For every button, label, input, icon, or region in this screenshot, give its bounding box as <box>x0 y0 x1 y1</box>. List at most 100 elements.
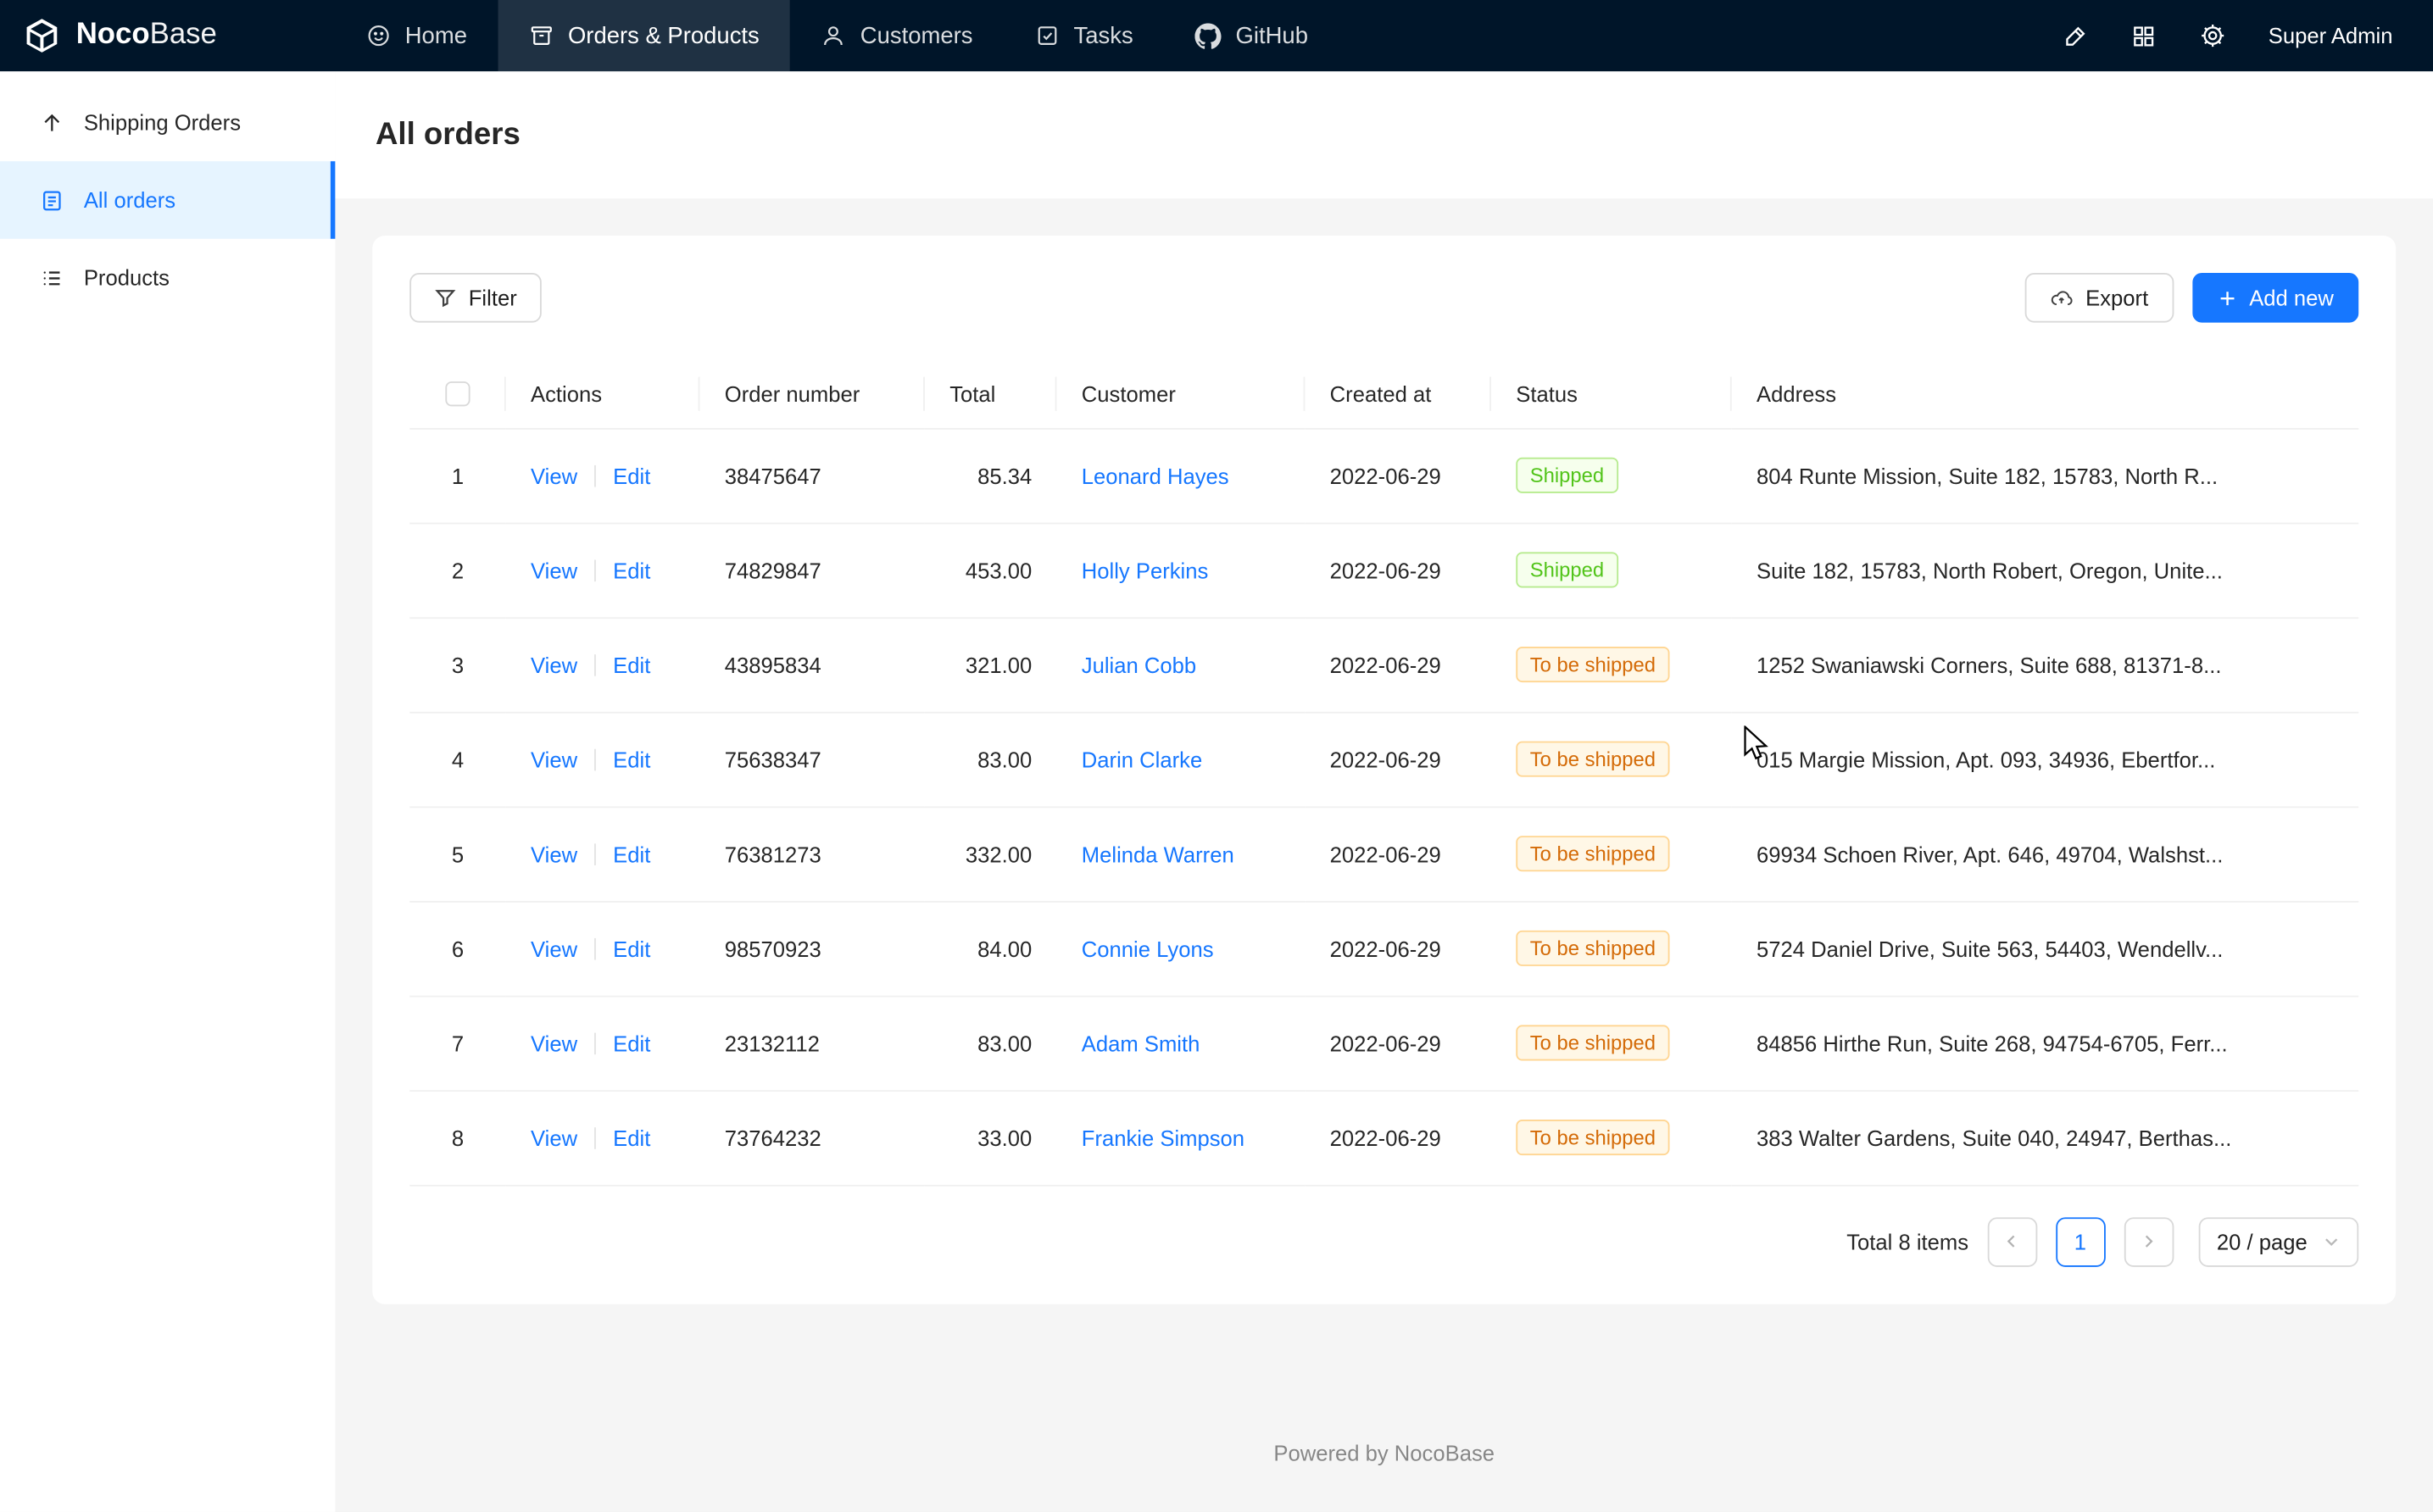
next-page-button[interactable] <box>2124 1216 2174 1266</box>
view-link[interactable]: View <box>531 1031 577 1055</box>
page-size-select[interactable]: 20 / page <box>2198 1216 2358 1266</box>
filter-icon <box>435 286 457 309</box>
order-number-cell: 98570923 <box>700 901 925 996</box>
table-row: 5ViewEdit76381273332.00Melinda Warren202… <box>409 806 2358 901</box>
nav-item-github[interactable]: GitHub <box>1164 0 1339 71</box>
nocobase-logo[interactable]: NocoBase <box>0 0 335 71</box>
status-cell: To be shipped <box>1491 1090 1732 1185</box>
list-icon <box>41 266 64 289</box>
plus-icon <box>2217 287 2237 308</box>
export-button[interactable]: Export <box>2025 273 2174 323</box>
created-at-cell: 2022-06-29 <box>1305 1090 1491 1185</box>
customer-cell: Darin Clarke <box>1057 712 1306 807</box>
status-cell: To be shipped <box>1491 806 1732 901</box>
gear-icon[interactable] <box>2198 22 2226 50</box>
row-index-cell: 4 <box>409 712 505 807</box>
grid-icon[interactable] <box>2130 23 2157 49</box>
customer-link[interactable]: Leonard Hayes <box>1082 463 1229 487</box>
customer-link[interactable]: Julian Cobb <box>1082 652 1196 676</box>
order-number-cell: 43895834 <box>700 617 925 712</box>
total-cell: 321.00 <box>925 617 1057 712</box>
add-new-button[interactable]: Add new <box>2191 273 2358 323</box>
sidebar-item-label: All orders <box>84 187 175 212</box>
sidebar-item-all-orders[interactable]: All orders <box>0 161 335 238</box>
app-window: NocoBase Home Orders & Products Customer… <box>0 0 2433 1512</box>
edit-link[interactable]: Edit <box>613 936 650 960</box>
user-menu[interactable]: Super Admin <box>2269 23 2393 47</box>
edit-link[interactable]: Edit <box>613 463 650 487</box>
customer-link[interactable]: Frankie Simpson <box>1082 1125 1244 1149</box>
nav-item-tasks[interactable]: Tasks <box>1004 0 1164 71</box>
pagination-total: Total 8 items <box>1846 1229 1968 1254</box>
edit-link[interactable]: Edit <box>613 1125 650 1149</box>
main-area: All orders Filter <box>335 71 2433 1512</box>
customer-link[interactable]: Darin Clarke <box>1082 747 1202 771</box>
action-divider <box>594 653 596 675</box>
total-cell: 332.00 <box>925 806 1057 901</box>
status-cell: To be shipped <box>1491 901 1732 996</box>
table-row: 7ViewEdit2313211283.00Adam Smith2022-06-… <box>409 996 2358 1091</box>
view-link[interactable]: View <box>531 558 577 582</box>
edit-link[interactable]: Edit <box>613 747 650 771</box>
edit-link[interactable]: Edit <box>613 1031 650 1055</box>
table-row: 8ViewEdit7376423233.00Frankie Simpson202… <box>409 1090 2358 1185</box>
toolbar-right: Export Add new <box>2025 273 2358 323</box>
page-1-button[interactable]: 1 <box>2056 1216 2106 1266</box>
select-all-checkbox[interactable] <box>445 381 470 406</box>
row-index-cell: 8 <box>409 1090 505 1185</box>
pagination: Total 8 items 1 20 / page <box>409 1216 2358 1266</box>
add-new-button-label: Add new <box>2249 286 2334 310</box>
customer-link[interactable]: Connie Lyons <box>1082 936 1214 960</box>
customer-link[interactable]: Melinda Warren <box>1082 842 1234 866</box>
column-header-status: Status <box>1491 359 1732 428</box>
row-actions-cell: View Edit <box>506 712 700 807</box>
view-link[interactable]: View <box>531 1125 577 1149</box>
edit-link[interactable]: Edit <box>613 842 650 866</box>
orders-card: Filter Export Add <box>372 236 2396 1304</box>
prev-page-button[interactable] <box>1987 1216 2037 1266</box>
powered-by-footer: Powered by NocoBase <box>372 1413 2396 1475</box>
page-header: All orders <box>335 71 2433 198</box>
order-number-cell: 76381273 <box>700 806 925 901</box>
nav-item-home[interactable]: Home <box>335 0 498 71</box>
export-button-label: Export <box>2085 286 2148 310</box>
order-number-cell: 23132112 <box>700 996 925 1091</box>
nav-item-label: Customers <box>860 23 973 49</box>
view-link[interactable]: View <box>531 747 577 771</box>
column-header-total: Total <box>925 359 1057 428</box>
sidebar: Shipping Orders All orders Products <box>0 71 335 1512</box>
page-title: All orders <box>376 117 521 153</box>
filter-button[interactable]: Filter <box>409 273 542 323</box>
row-actions-cell: View Edit <box>506 996 700 1091</box>
status-badge: To be shipped <box>1516 1025 1669 1060</box>
content-area: Filter Export Add <box>335 198 2433 1512</box>
edit-link[interactable]: Edit <box>613 652 650 676</box>
nav-item-orders-products[interactable]: Orders & Products <box>498 0 791 71</box>
sidebar-item-products[interactable]: Products <box>0 239 335 316</box>
orders-table-body: 1ViewEdit3847564785.34Leonard Hayes2022-… <box>409 428 2358 1185</box>
created-at-cell: 2022-06-29 <box>1305 901 1491 996</box>
nav-item-customers[interactable]: Customers <box>790 0 1004 71</box>
total-cell: 84.00 <box>925 901 1057 996</box>
view-link[interactable]: View <box>531 936 577 960</box>
view-link[interactable]: View <box>531 842 577 866</box>
status-badge: To be shipped <box>1516 1120 1669 1155</box>
sidebar-item-shipping-orders[interactable]: Shipping Orders <box>0 84 335 161</box>
view-link[interactable]: View <box>531 652 577 676</box>
row-index-cell: 1 <box>409 428 505 523</box>
customer-link[interactable]: Holly Perkins <box>1082 558 1209 582</box>
created-at-cell: 2022-06-29 <box>1305 806 1491 901</box>
view-link[interactable]: View <box>531 463 577 487</box>
highlighter-icon[interactable] <box>2062 23 2088 49</box>
filter-button-label: Filter <box>469 286 517 310</box>
select-all-header <box>409 359 505 428</box>
orders-box-icon <box>529 23 554 47</box>
created-at-cell: 2022-06-29 <box>1305 523 1491 618</box>
status-badge: To be shipped <box>1516 742 1669 777</box>
row-actions-cell: View Edit <box>506 1090 700 1185</box>
customer-cell: Leonard Hayes <box>1057 428 1306 523</box>
customer-link[interactable]: Adam Smith <box>1082 1031 1200 1055</box>
top-navbar: NocoBase Home Orders & Products Customer… <box>0 0 2433 71</box>
edit-link[interactable]: Edit <box>613 558 650 582</box>
chevron-left-icon <box>2003 1233 2020 1250</box>
